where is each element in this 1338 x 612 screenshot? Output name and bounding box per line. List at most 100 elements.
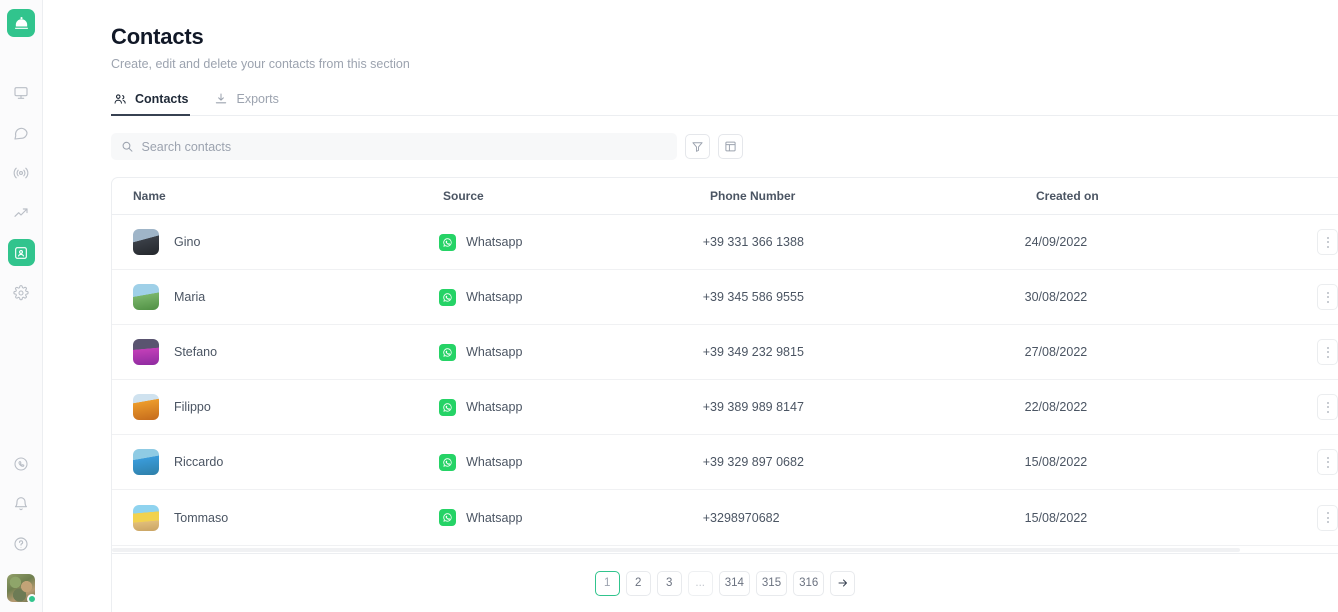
contact-name: Riccardo [174, 455, 224, 469]
table-toolbar [111, 133, 1338, 160]
table-columns-icon [725, 141, 736, 152]
page-header: Contacts Create, edit and delete your co… [43, 0, 1338, 71]
contact-card-icon [15, 246, 27, 259]
pagination: 1 2 3... 314 315 316 [594, 570, 856, 596]
funnel-icon [692, 142, 703, 152]
table-row[interactable]: Filippo Whatsapp +39 389 989 8147 22/08/202… [112, 380, 1338, 435]
row-menu-button[interactable] [1317, 449, 1338, 475]
trending-up-icon [14, 207, 28, 217]
chat-bubble-icon [14, 127, 28, 140]
contact-source: Whatsapp [466, 345, 523, 359]
pagination-page-316[interactable]: 316 [793, 570, 825, 596]
row-menu-button[interactable] [1317, 394, 1338, 420]
sidebar-item-chat[interactable] [8, 119, 35, 146]
horizontal-scrollbar[interactable] [112, 545, 1338, 553]
contact-created-on: 24/09/2022 [1024, 235, 1088, 249]
kebab-dot [1326, 351, 1329, 353]
contact-created-on: 27/08/2022 [1024, 345, 1088, 359]
kebab-dot [1326, 456, 1329, 459]
contact-phone: +39 349 232 9815 [702, 345, 804, 359]
row-actions [1311, 339, 1338, 365]
contact-created-on: 15/08/2022 [1024, 455, 1088, 469]
people-icon [114, 94, 126, 104]
contact-phone: +39 329 897 0682 [702, 455, 804, 469]
contact-created-on: 30/08/2022 [1024, 290, 1088, 304]
tab-bar: Contacts Exports [111, 92, 1338, 116]
pagination-next-button[interactable] [830, 570, 856, 596]
sidebar-item-analytics[interactable] [8, 199, 35, 226]
table-row[interactable]: Riccardo Whatsapp +39 329 897 0682 15/08/20… [112, 435, 1338, 490]
sidebar-item-whatsapp[interactable] [8, 450, 35, 477]
kebab-dot [1326, 406, 1329, 408]
whatsapp-glyph-icon [443, 513, 452, 522]
filter-button[interactable] [685, 134, 710, 159]
contact-phone: +3298970682 [702, 510, 780, 525]
download-icon [216, 93, 227, 104]
row-menu-button[interactable] [1317, 229, 1338, 255]
tab-exports-label: Exports [236, 92, 279, 106]
pagination-page-314[interactable]: 314 [718, 570, 750, 596]
kebab-dot [1326, 461, 1329, 463]
whatsapp-badge-icon [439, 343, 457, 361]
row-menu-button[interactable] [1317, 504, 1338, 531]
contact-avatar [133, 449, 159, 475]
gear-icon [13, 284, 29, 300]
column-header-source: Source [443, 189, 484, 203]
contact-created-on: 15/08/2022 [1024, 510, 1088, 525]
main-content: Contacts Create, edit and delete your co… [43, 0, 1338, 612]
row-actions [1311, 394, 1338, 420]
sidebar-item-contacts[interactable] [7, 239, 35, 266]
search-input[interactable] [141, 139, 667, 154]
table-row[interactable]: Stefano Whatsapp +39 349 232 9815 27/08/202… [112, 325, 1338, 380]
search-box[interactable] [111, 133, 677, 160]
table-row[interactable]: Maria Whatsapp +39 345 586 9555 30/08/2022 [112, 270, 1338, 325]
row-menu-button[interactable] [1317, 284, 1338, 310]
contact-name: Gino [174, 235, 201, 249]
contact-phone: +39 331 366 1388 [702, 235, 804, 249]
app-root: Contacts Create, edit and delete your co… [0, 0, 1338, 612]
row-menu-button[interactable] [1317, 339, 1338, 365]
contact-name: Tommaso [174, 510, 229, 525]
table-row[interactable]: Gino Whatsapp +39 331 366 1388 24/09/2022 [112, 215, 1338, 270]
whatsapp-glyph-icon [443, 457, 452, 467]
tab-exports[interactable]: Exports [212, 92, 280, 115]
tab-contacts[interactable]: Contacts [111, 92, 191, 116]
contact-name: Stefano [174, 345, 218, 359]
app-logo[interactable] [7, 9, 35, 37]
pagination-page-1[interactable]: 1 [594, 570, 620, 596]
contact-avatar [133, 339, 159, 365]
contact-avatar [133, 394, 159, 420]
kebab-dot [1326, 300, 1329, 303]
dome-logo-icon [14, 16, 28, 29]
contact-avatar [133, 504, 159, 531]
pagination-page-315[interactable]: 315 [755, 570, 788, 596]
pagination-page-3[interactable]: 3 [656, 570, 682, 596]
contact-name: Filippo [174, 400, 211, 414]
sidebar-item-notifications[interactable] [8, 490, 35, 517]
column-header-created: Created on [1036, 189, 1099, 203]
contact-name: Maria [174, 290, 206, 304]
sidebar-item-dashboard[interactable] [8, 79, 35, 106]
user-avatar[interactable] [7, 574, 37, 604]
tab-contacts-label: Contacts [135, 92, 189, 106]
monitor-icon [14, 86, 28, 99]
sidebar-item-broadcast[interactable] [8, 159, 35, 186]
arrow-right-icon [838, 579, 847, 587]
kebab-dot [1326, 512, 1329, 514]
sidebar-item-help[interactable] [8, 530, 35, 557]
contact-created-on: 22/08/2022 [1024, 400, 1088, 414]
broadcast-icon [13, 167, 29, 178]
kebab-dot [1326, 236, 1329, 239]
table-row[interactable]: Tommaso Whatsapp +3298970682 15/08/2022 [112, 490, 1338, 545]
contacts-table: Name Source Phone Number Created on Gino… [111, 177, 1338, 554]
contact-source: Whatsapp [466, 455, 523, 469]
pagination-page-2[interactable]: 2 [625, 570, 651, 596]
sidebar-item-settings[interactable] [8, 279, 35, 306]
page-title: Contacts [111, 24, 204, 49]
pagination-ellipsis: ... [687, 570, 713, 596]
whatsapp-badge-icon [439, 453, 457, 471]
column-header-phone: Phone Number [710, 189, 796, 203]
columns-button[interactable] [718, 134, 743, 159]
whatsapp-icon [14, 456, 28, 471]
online-status-dot [27, 594, 37, 604]
